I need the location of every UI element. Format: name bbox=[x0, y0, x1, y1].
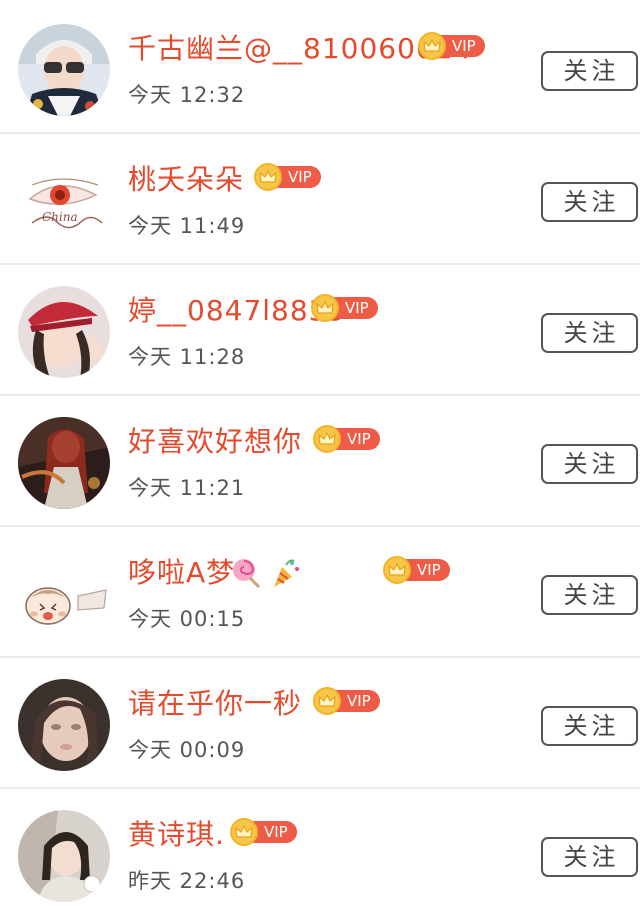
list-item[interactable]: 请在乎你一秒 VIP 今天 00:09 关注 bbox=[0, 658, 640, 789]
lollipop-icon bbox=[233, 559, 261, 589]
follow-button[interactable]: 关注 bbox=[541, 575, 638, 615]
vip-badge: VIP bbox=[311, 294, 378, 322]
user-name[interactable]: 好喜欢好想你 bbox=[128, 424, 302, 460]
follow-time: 今天 00:09 bbox=[128, 738, 246, 762]
follow-list: 千古幽兰@__810060624 VIP 今天 12:32 关注 China 桃… bbox=[0, 0, 640, 907]
list-item[interactable]: 黄诗琪. VIP 昨天 22:46 关注 bbox=[0, 789, 640, 907]
follow-time: 昨天 22:46 bbox=[128, 869, 246, 893]
crown-icon bbox=[311, 294, 339, 322]
party-popper-icon bbox=[274, 559, 299, 587]
follow-button[interactable]: 关注 bbox=[541, 182, 638, 222]
crown-icon bbox=[383, 556, 411, 584]
vip-badge: VIP bbox=[313, 687, 380, 715]
list-item[interactable]: 千古幽兰@__810060624 VIP 今天 12:32 关注 bbox=[0, 3, 640, 134]
vip-badge: VIP bbox=[313, 425, 380, 453]
follow-time: 今天 00:15 bbox=[128, 607, 246, 631]
vip-badge: VIP bbox=[254, 163, 321, 191]
follow-time: 今天 12:32 bbox=[128, 83, 246, 107]
user-name[interactable]: 桃夭朵朵 bbox=[128, 162, 244, 198]
crown-icon bbox=[254, 163, 282, 191]
list-item[interactable]: 哆啦A梦 VIP 今天 00:15 关注 bbox=[0, 527, 640, 658]
crown-icon bbox=[313, 425, 341, 453]
follow-button[interactable]: 关注 bbox=[541, 706, 638, 746]
follow-button[interactable]: 关注 bbox=[541, 444, 638, 484]
vip-badge: VIP bbox=[230, 818, 297, 846]
avatar[interactable] bbox=[18, 417, 110, 509]
crown-icon bbox=[418, 32, 446, 60]
vip-badge: VIP bbox=[383, 556, 450, 584]
user-name[interactable]: 哆啦A梦 bbox=[128, 555, 235, 591]
follow-button[interactable]: 关注 bbox=[541, 313, 638, 353]
vip-badge: VIP bbox=[418, 32, 485, 60]
china-watermark: China bbox=[42, 210, 78, 224]
avatar[interactable]: China bbox=[18, 155, 110, 247]
user-name[interactable]: 黄诗琪. bbox=[128, 817, 225, 853]
avatar[interactable] bbox=[18, 24, 110, 116]
avatar[interactable] bbox=[18, 286, 110, 378]
follow-time: 今天 11:49 bbox=[128, 214, 246, 238]
list-item[interactable]: 婷__0847l8839 VIP 今天 11:28 关注 bbox=[0, 265, 640, 396]
list-item[interactable]: China 桃夭朵朵 VIP 今天 11:49 关注 bbox=[0, 134, 640, 265]
avatar[interactable] bbox=[18, 548, 110, 640]
follow-button[interactable]: 关注 bbox=[541, 837, 638, 877]
follow-time: 今天 11:21 bbox=[128, 476, 246, 500]
follow-time: 今天 11:28 bbox=[128, 345, 246, 369]
avatar[interactable] bbox=[18, 679, 110, 771]
avatar[interactable] bbox=[18, 810, 110, 902]
user-name[interactable]: 请在乎你一秒 bbox=[128, 686, 302, 722]
follow-button[interactable]: 关注 bbox=[541, 51, 638, 91]
list-item[interactable]: 好喜欢好想你 VIP 今天 11:21 关注 bbox=[0, 396, 640, 527]
crown-icon bbox=[313, 687, 341, 715]
crown-icon bbox=[230, 818, 258, 846]
